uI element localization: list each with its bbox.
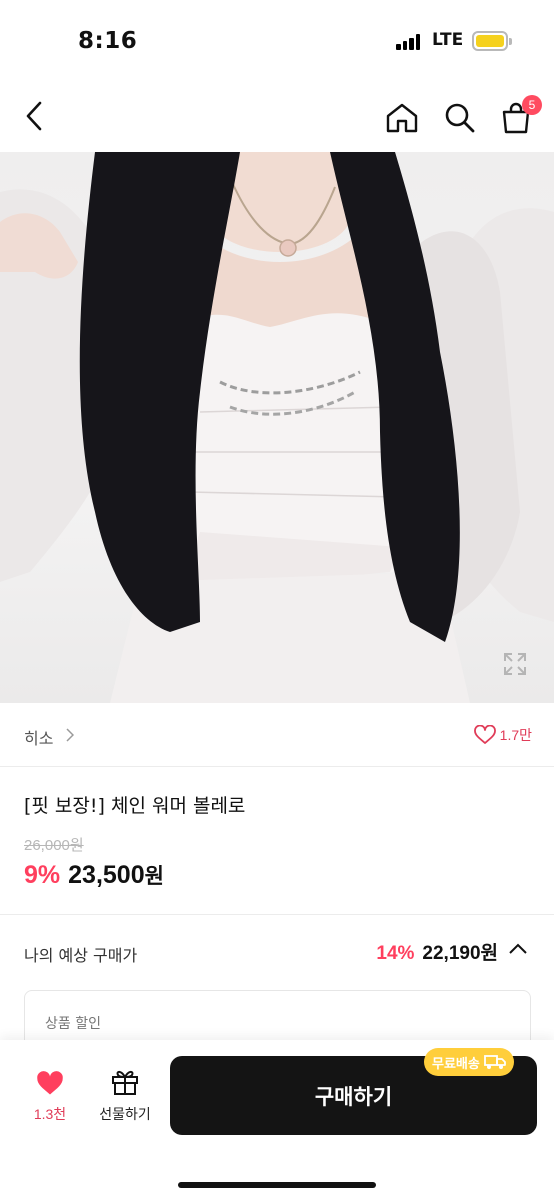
product-image[interactable] [0,152,554,703]
home-button[interactable] [380,96,424,140]
bottom-action-bar: 1.3천 선물하기 구매하기 무료배송 [0,1040,554,1200]
product-photo-illustration [0,152,554,703]
free-shipping-badge: 무료배송 [424,1048,514,1076]
chevron-left-icon [26,101,42,131]
top-nav [0,80,554,152]
discount-rate: 9% [24,861,61,889]
like-count: 1.7만 [499,727,532,743]
sale-price: 23,500원 [68,861,164,889]
signal-icon [396,34,422,50]
cart-count-badge: 5 [522,95,542,115]
bottom-like-button[interactable]: 1.3천 [22,1070,78,1124]
expected-price-row[interactable]: 나의 예상 구매가 14% 22,190원 [0,930,554,976]
heart-outline-icon [473,725,496,744]
expected-discount: 14% [376,943,415,964]
search-icon [445,103,475,133]
gift-icon [112,1070,138,1095]
product-discount-label: 상품 할인 [45,1016,101,1032]
expected-price: 22,190원 [422,943,498,964]
chevron-up-icon[interactable] [508,943,528,955]
divider [0,914,554,915]
home-indicator [178,1182,376,1188]
brand-row[interactable]: 히소 1.7만 [0,703,554,767]
home-icon [386,103,418,133]
battery-icon [472,31,512,51]
heart-filled-icon [37,1071,63,1095]
product-title: [핏 보장!] 체인 워머 볼레로 [24,795,246,817]
sale-price-row: 9% 23,500원 [24,860,164,890]
status-bar: 8:16 LTE [0,0,554,78]
bottom-like-count: 1.3천 [33,1106,67,1122]
original-price: 26,000원 [24,837,84,854]
back-button[interactable] [14,96,54,136]
gift-button[interactable]: 선물하기 [88,1068,162,1124]
fullscreen-button[interactable] [502,651,528,677]
truck-icon [483,1055,506,1069]
expected-price-label: 나의 예상 구매가 [24,946,138,965]
status-time: 8:16 [78,28,138,54]
chevron-right-icon [66,728,74,742]
expand-icon [504,653,526,675]
gift-label: 선물하기 [99,1107,151,1123]
search-button[interactable] [438,96,482,140]
like-button[interactable]: 1.7만 [473,725,532,745]
buy-label: 구매하기 [314,1084,393,1109]
free-shipping-label: 무료배송 [432,1056,480,1072]
brand-name[interactable]: 히소 [24,725,53,749]
network-label: LTE [432,30,464,50]
